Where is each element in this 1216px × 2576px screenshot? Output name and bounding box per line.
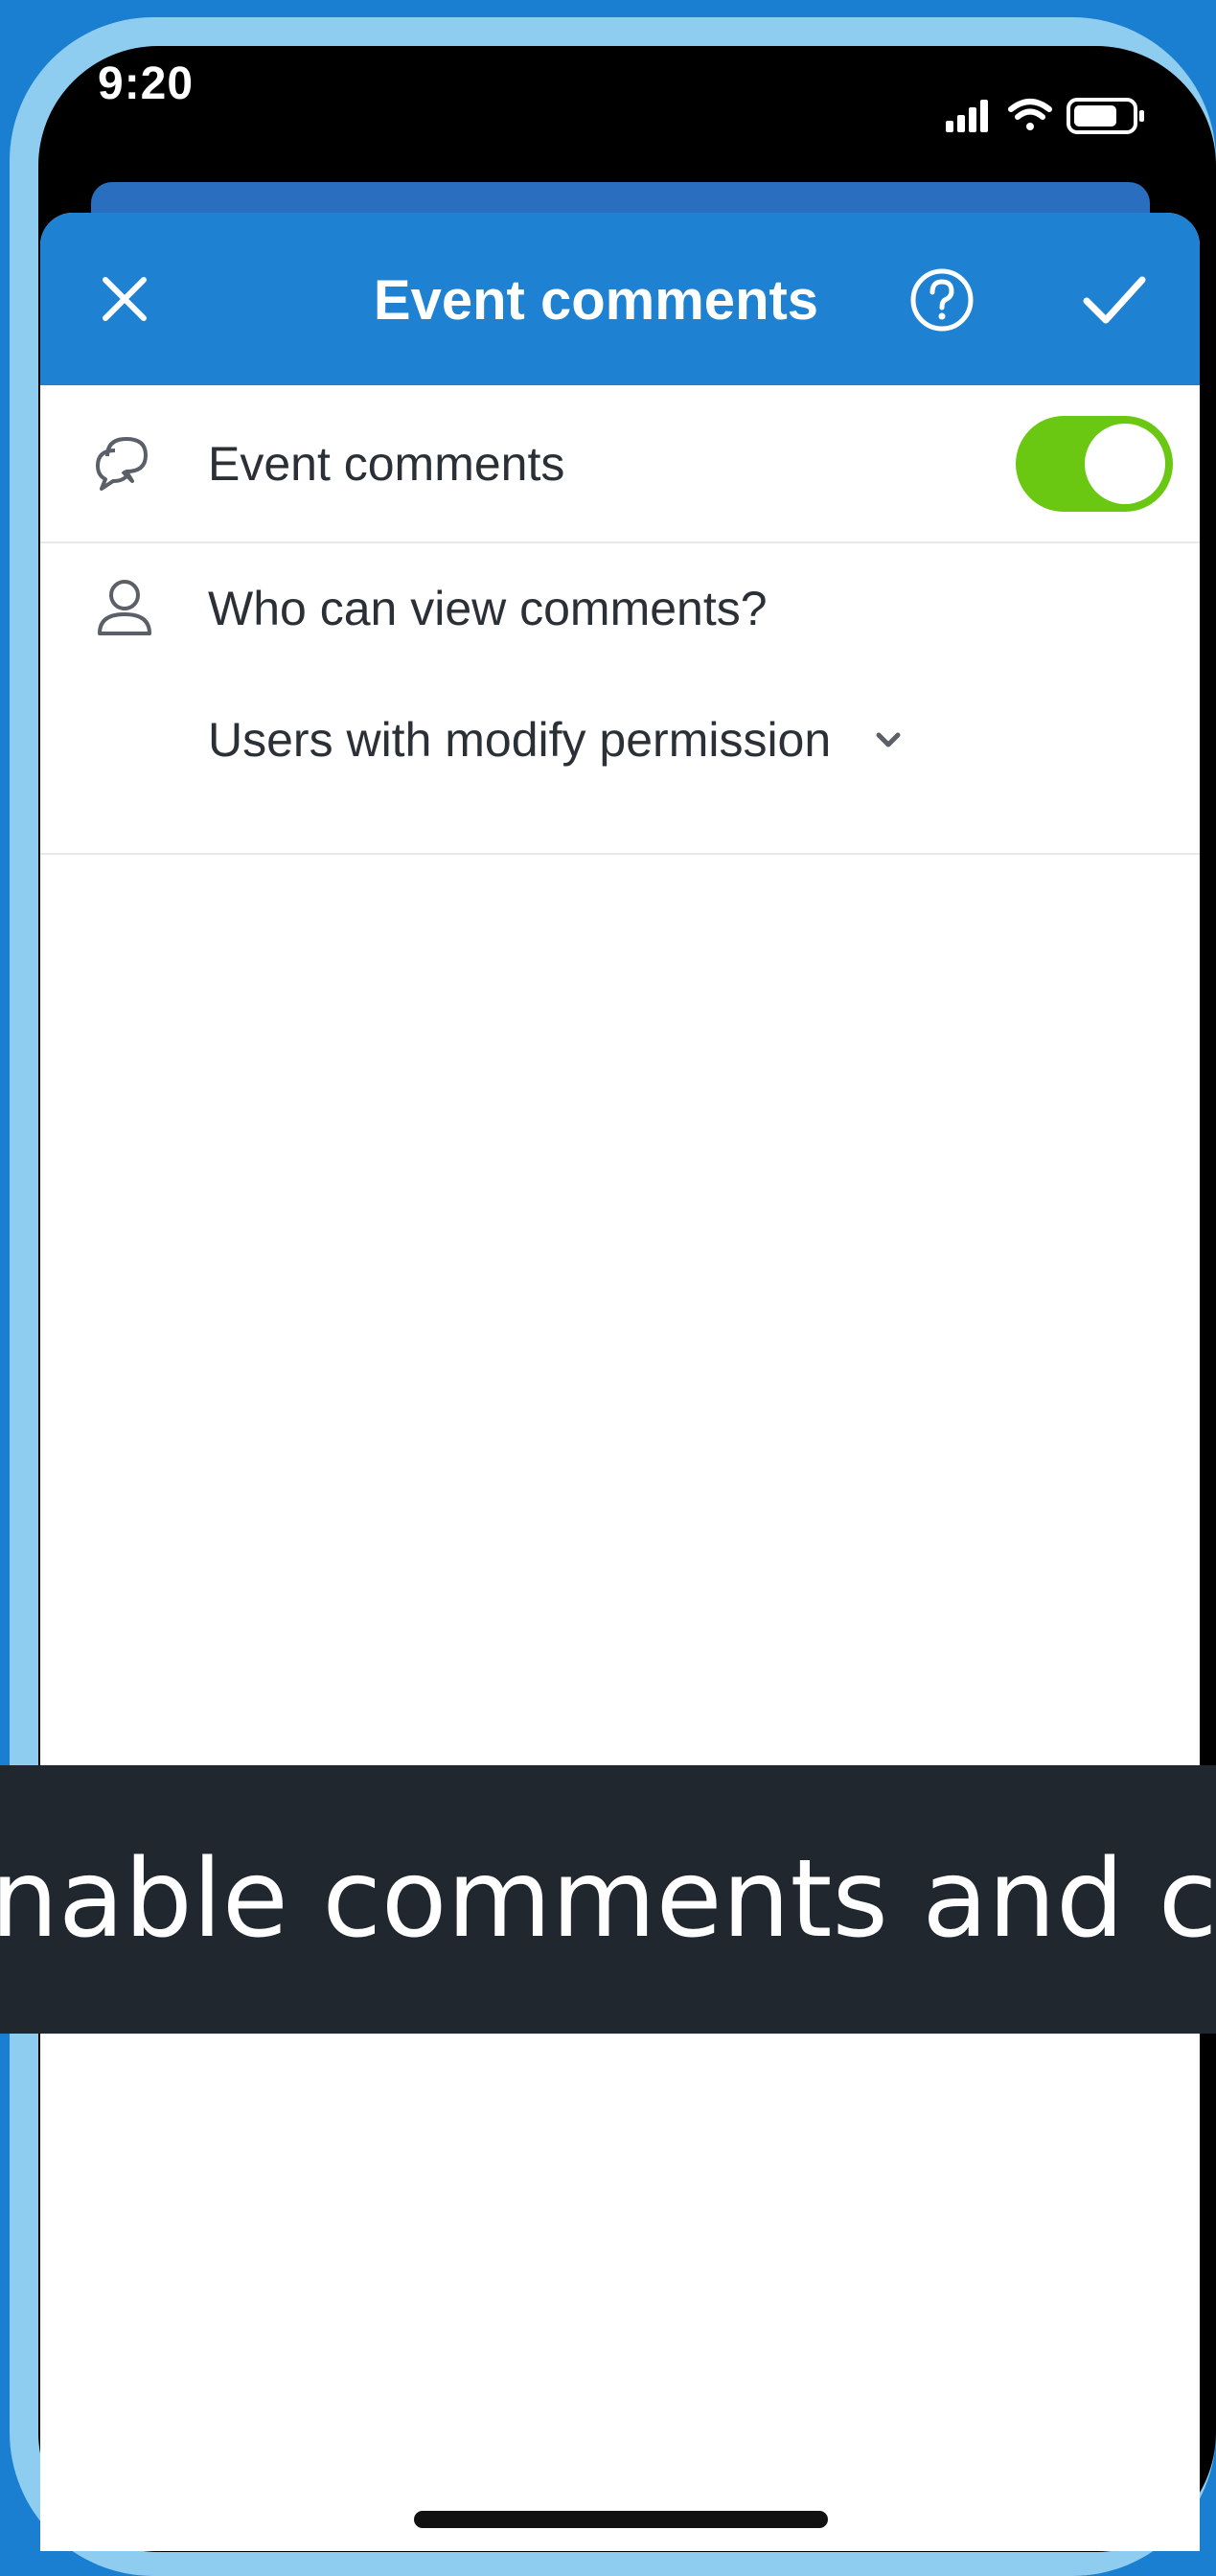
status-icons (946, 98, 1144, 134)
event-comments-row: Event comments (40, 385, 1200, 543)
app-header: Event comments (40, 213, 1200, 385)
chevron-down-icon (876, 732, 901, 748)
visibility-label: Who can view comments? (208, 582, 768, 635)
page-title: Event comments (373, 269, 819, 332)
comment-visibility-row: Who can view comments? Users with modify… (40, 543, 1200, 855)
home-indicator[interactable] (414, 2511, 828, 2528)
caption-bar: nable comments and confir (0, 1765, 1216, 2034)
help-button[interactable] (907, 265, 976, 334)
battery-icon (1067, 98, 1144, 134)
wifi-icon (1008, 99, 1052, 130)
modal-sheet: Event comments Event comments Who can vi… (40, 213, 1200, 2551)
checkmark-icon (1083, 276, 1146, 324)
help-icon (910, 268, 974, 332)
signal-icon (946, 100, 988, 132)
status-time: 9:20 (98, 58, 195, 109)
close-icon (103, 277, 147, 321)
person-icon (98, 580, 151, 635)
event-comments-label: Event comments (208, 437, 565, 491)
visibility-dropdown[interactable]: Users with modify permission (208, 706, 907, 773)
event-comments-toggle[interactable] (1016, 416, 1173, 512)
visibility-selected-value: Users with modify permission (208, 713, 832, 767)
toggle-knob (1085, 424, 1165, 504)
caption-text: nable comments and confir (0, 1837, 1216, 1962)
comments-icon (96, 437, 148, 491)
confirm-button[interactable] (1071, 261, 1158, 337)
close-button[interactable] (86, 261, 163, 337)
